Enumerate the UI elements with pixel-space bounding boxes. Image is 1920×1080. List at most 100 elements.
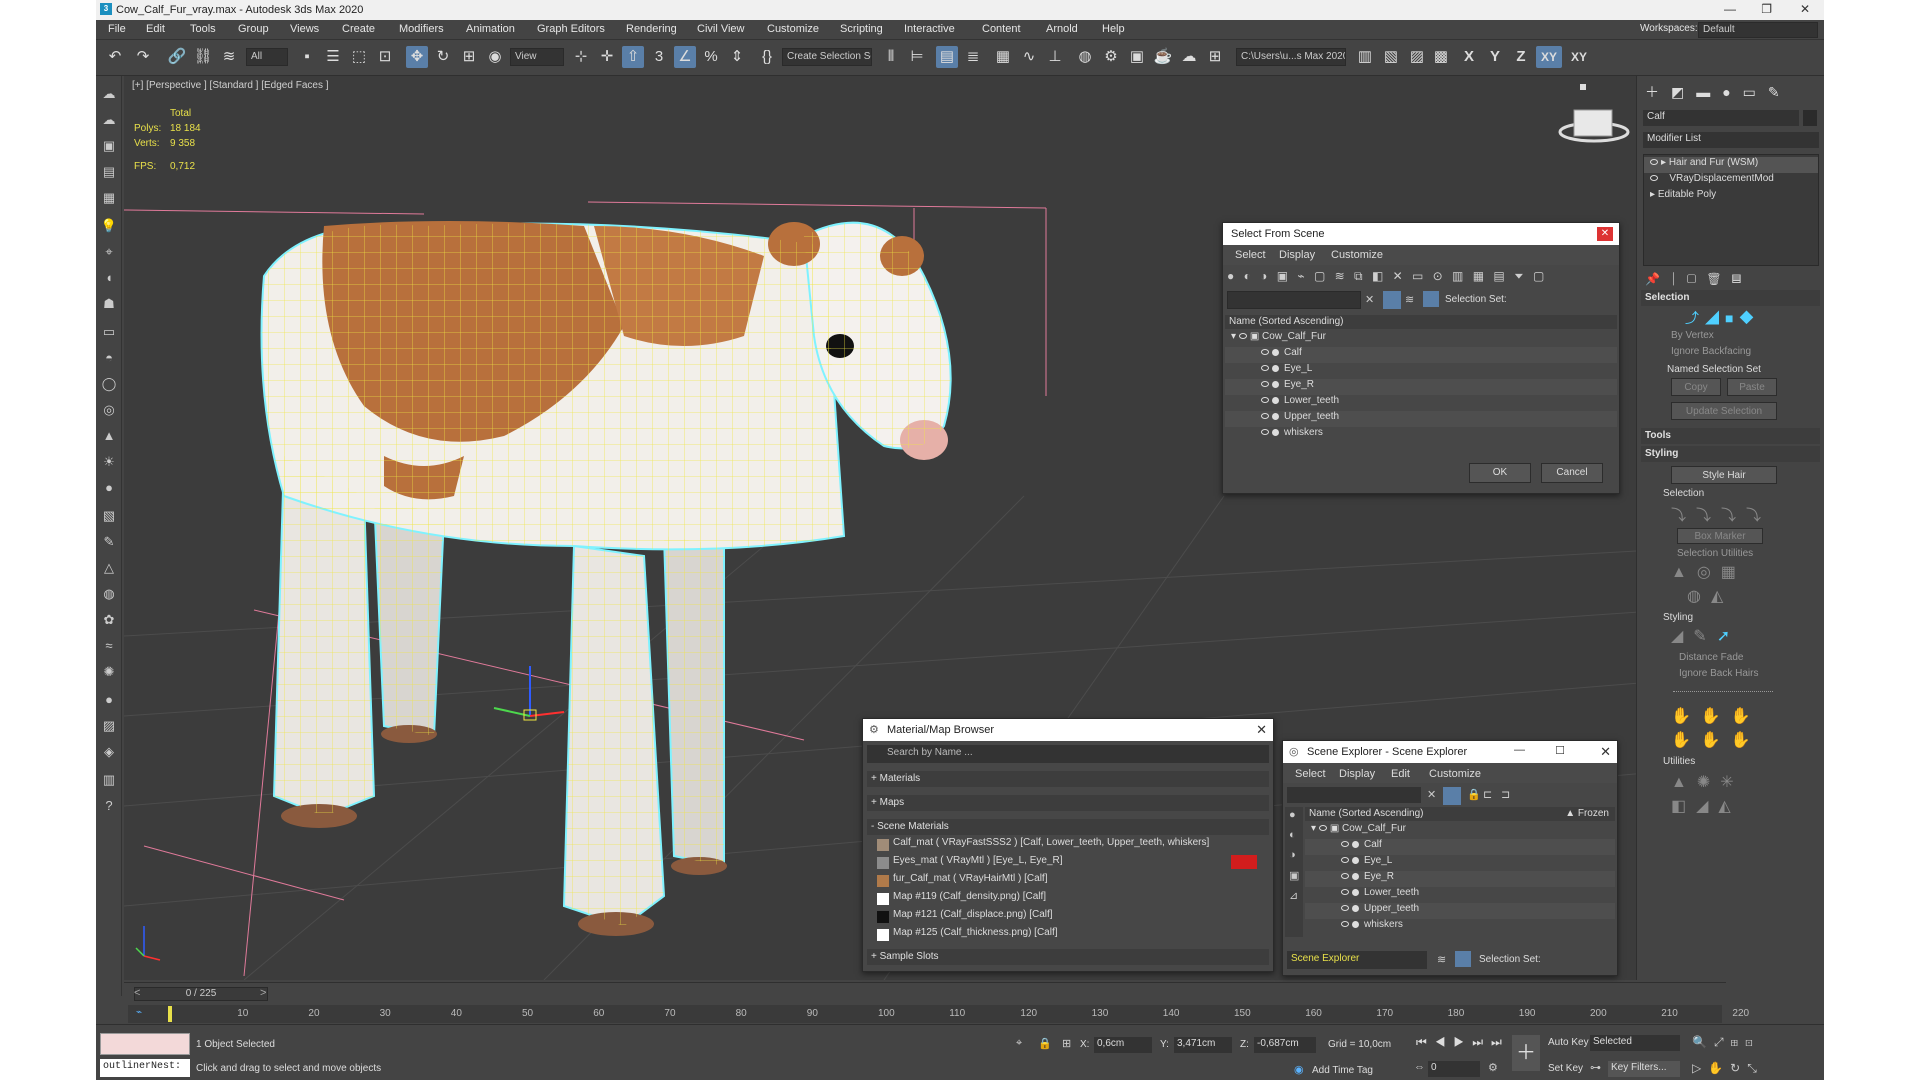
render-iterative-icon[interactable]: ⊞ [1204, 46, 1226, 68]
axis-xy-button[interactable]: XY [1536, 46, 1562, 68]
styling-tool-icons[interactable]: ✋✋✋ [1671, 706, 1761, 726]
group-maps[interactable]: + Maps [867, 795, 1269, 811]
se-tree-root[interactable]: ▾ ▣ Cow_Calf_Fur [1305, 823, 1615, 839]
sfs-tree-item[interactable]: Eye_L [1225, 363, 1617, 379]
menu-help[interactable]: Help [1102, 23, 1125, 35]
time-tag-icon[interactable]: ◉ [1294, 1063, 1304, 1076]
sfs-tree-root[interactable]: ▾ ▣ Cow_Calf_Fur [1225, 331, 1617, 347]
viewport-navigation-controls-row2[interactable]: ▷✋↻⤡ [1692, 1061, 1764, 1076]
style-hair-button[interactable]: Style Hair [1671, 466, 1777, 484]
distance-fade-checkbox[interactable]: Distance Fade [1679, 652, 1743, 663]
keyboard-shortcut-override-icon[interactable]: ⇧ [622, 46, 644, 68]
scene-explorer-toggle-icon[interactable]: ▤ [936, 46, 958, 68]
sfs-tree-item[interactable]: Lower_teeth [1225, 395, 1617, 411]
project-path-dropdown[interactable]: C:\Users\u...s Max 2020 [1236, 48, 1346, 66]
spinner-snap-icon[interactable]: ⇕ [726, 46, 748, 68]
globe-icon[interactable]: ◍ [99, 584, 119, 604]
rollout-tools[interactable]: Tools [1641, 428, 1820, 444]
sfs-tree-item[interactable]: Eye_R [1225, 379, 1617, 395]
selection-level-icons[interactable]: ⤴◢■◆ [1685, 308, 1759, 328]
se-tree-item[interactable]: Lower_teeth [1305, 887, 1615, 903]
named-selection-dropdown[interactable]: Create Selection Se [782, 48, 872, 66]
isolate-icon[interactable]: ⌖ [1016, 1037, 1022, 1050]
render-production-icon[interactable]: ☕ [1152, 46, 1174, 68]
plane-icon[interactable]: ▭ [99, 322, 119, 342]
stack-tools[interactable]: 📌⏐▢🗑▤ [1645, 272, 1751, 287]
key-filters-button[interactable]: Key Filters... [1608, 1061, 1680, 1077]
sfs-menu-customize[interactable]: Customize [1331, 249, 1383, 261]
update-selection-button[interactable]: Update Selection [1671, 402, 1777, 420]
sfs-column-header[interactable]: Name (Sorted Ascending) [1225, 315, 1617, 329]
ignore-back-hairs-checkbox[interactable]: Ignore Back Hairs [1679, 668, 1758, 679]
key-filters-icon[interactable]: ⊶ [1590, 1061, 1601, 1074]
project-folder-icon[interactable]: ▥ [1354, 46, 1376, 68]
modifier-stack-item[interactable]: ▸ Editable Poly [1644, 189, 1818, 205]
se-tree-item[interactable]: Upper_teeth [1305, 903, 1615, 919]
material-editor-icon[interactable]: ◍ [1074, 46, 1096, 68]
layer-explorer-icon[interactable]: ≣ [962, 46, 984, 68]
object-color-swatch[interactable] [1803, 110, 1817, 126]
helper-filter-icon[interactable]: ⊿ [1289, 889, 1298, 902]
hair-selection-icons[interactable]: ⤵⤵⤵⤵ [1671, 504, 1771, 525]
se-tree-item[interactable]: Eye_L [1305, 855, 1615, 871]
dome-icon[interactable]: ◓ [99, 348, 119, 368]
prev-frame-icon[interactable]: < [134, 987, 140, 999]
redo-icon[interactable]: ↷ [132, 46, 154, 68]
brush-size-slider[interactable] [1673, 686, 1773, 692]
rendered-frame-window-icon[interactable]: ▣ [1126, 46, 1148, 68]
sfs-tree-item[interactable]: Calf [1225, 347, 1617, 363]
layers-icon[interactable]: ≋ [1437, 953, 1446, 966]
set-key-plus-icon[interactable]: ＋ [1512, 1035, 1540, 1071]
close-icon[interactable]: ✕ [1800, 2, 1810, 16]
axis-z-button[interactable]: Z [1510, 46, 1532, 68]
viewport-label[interactable]: [+] [Perspective ] [Standard ] [Edged Fa… [132, 80, 329, 91]
sphere-icon[interactable]: ◯ [99, 374, 119, 394]
auto-key-button[interactable]: Auto Key [1548, 1037, 1589, 1048]
shape-filter-icon[interactable]: ◐ [1289, 829, 1296, 841]
torus-icon[interactable]: ◎ [99, 400, 119, 420]
se-menu-display[interactable]: Display [1339, 768, 1375, 780]
sfs-tree-item[interactable]: Upper_teeth [1225, 411, 1617, 427]
time-cursor[interactable] [168, 1006, 172, 1022]
help-icon[interactable]: ? [99, 796, 119, 816]
styling-brush-icons[interactable]: ◢✎➚ [1671, 626, 1740, 646]
se-menu-customize[interactable]: Customize [1429, 768, 1481, 780]
lock-selection-icon[interactable]: 🔒 [1038, 1037, 1052, 1050]
render-in-cloud-icon[interactable]: ☁ [1178, 46, 1200, 68]
filter-toggle-icon[interactable] [1383, 291, 1401, 309]
curve-editor-icon[interactable]: ∿ [1018, 46, 1040, 68]
current-frame-field[interactable]: 0 [1428, 1061, 1480, 1077]
cone-icon[interactable]: ▲ [99, 426, 119, 446]
clear-search-icon[interactable]: ✕ [1365, 293, 1374, 306]
map-icon[interactable]: ▨ [99, 716, 119, 736]
next-frame-icon[interactable]: > [260, 987, 266, 999]
light-filter-icon[interactable]: ◑ [1289, 849, 1296, 861]
schematic-view-icon[interactable]: ⊥ [1044, 46, 1066, 68]
utilities-icons-row2[interactable]: ◧◢◭ [1671, 796, 1741, 816]
material-item[interactable]: Map #121 (Calf_displace.png) [Calf] [875, 909, 1261, 925]
speaker-icon[interactable]: ◖ [99, 268, 119, 288]
copy-button[interactable]: Copy [1671, 378, 1721, 396]
group-materials[interactable]: + Materials [867, 771, 1269, 787]
hatch-icon[interactable]: ▧ [99, 506, 119, 526]
material-item[interactable]: Map #119 (Calf_density.png) [Calf] [875, 891, 1261, 907]
lock-icon[interactable]: 🔒 [1467, 788, 1481, 801]
selection-utility-icons-row2[interactable]: ◍◭ [1687, 586, 1733, 606]
sfs-search-input[interactable] [1227, 291, 1361, 309]
snaps-toggle-icon[interactable]: 3 [648, 46, 670, 68]
cloud-icon[interactable]: ☁ [99, 84, 119, 104]
angle-snap-icon[interactable]: ∠ [674, 46, 696, 68]
material-item[interactable]: Map #125 (Calf_thickness.png) [Calf] [875, 927, 1261, 943]
menu-interactive[interactable]: Interactive [904, 23, 955, 35]
paint-icon[interactable]: ✎ [99, 532, 119, 552]
add-time-tag[interactable]: Add Time Tag [1312, 1065, 1373, 1076]
robot-icon[interactable]: ☗ [99, 294, 119, 314]
select-by-name-icon[interactable]: ☰ [322, 46, 344, 68]
viewport-navigation-controls[interactable]: 🔍⤢⊞⊡ [1692, 1035, 1760, 1050]
maximize-icon[interactable]: ❐ [1761, 2, 1772, 16]
menu-views[interactable]: Views [290, 23, 319, 35]
grid-icon[interactable]: ▦ [99, 188, 119, 208]
close-icon[interactable]: ✕ [1597, 227, 1613, 241]
x-coordinate-field[interactable]: 0,6cm [1094, 1037, 1152, 1053]
se-tree-item[interactable]: Calf [1305, 839, 1615, 855]
